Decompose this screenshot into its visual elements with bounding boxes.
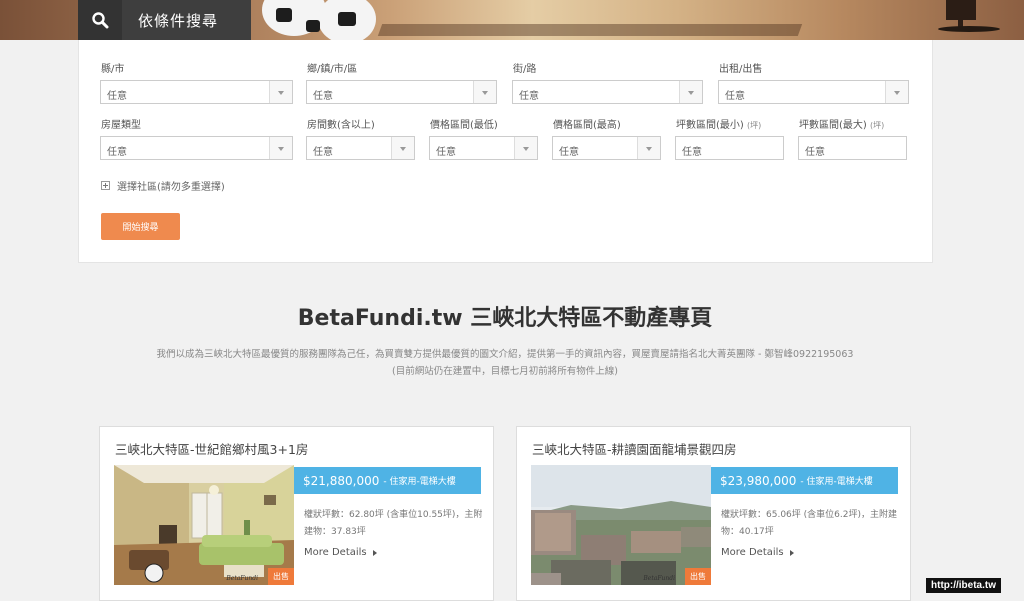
search-button[interactable]: 開始搜尋 [101, 213, 180, 240]
listing-price: $23,980,000 [720, 473, 797, 488]
county-select[interactable]: 任意 [100, 80, 293, 104]
page-heading: BetaFundi.tw 三峽北大特區不動產專頁 [297, 306, 713, 331]
listing-card[interactable]: 三峽北大特區-世紀館鄉村風3+1房 BetaFundi 出售 $21,880,0… [99, 426, 494, 601]
price-min-select[interactable]: 任意 [429, 136, 538, 160]
listing-price: $21,880,000 [303, 473, 380, 488]
chevron-down-icon [473, 81, 496, 103]
label-price-min: 價格區間(最低) [430, 120, 498, 131]
price-bar: $23,980,000 - 住家用-電梯大樓 [711, 467, 898, 494]
label-area-min: 坪數區間(最小) (坪) [676, 120, 762, 131]
label-house-type: 房屋類型 [101, 120, 141, 131]
listing-detail: 權狀坪數：65.06坪 (含車位6.2坪)，主附建物：40.17坪 [721, 510, 897, 537]
chevron-down-icon [269, 137, 292, 159]
chevron-down-icon [885, 81, 908, 103]
photo-watermark: BetaFundi [643, 575, 675, 582]
status-badge: 出售 [685, 568, 711, 585]
more-details-link[interactable]: More Details [304, 547, 377, 558]
listing-type: - 住家用-電梯大樓 [800, 477, 873, 487]
district-select[interactable]: 任意 [306, 80, 497, 104]
listing-title[interactable]: 三峽北大特區-耕讀園面龍埔景觀四房 [532, 439, 737, 458]
label-area-max: 坪數區間(最大) (坪) [799, 120, 885, 131]
listing-type: - 住家用-電梯大樓 [383, 477, 456, 487]
community-toggle[interactable]: 選擇社區(請勿多重選擇) [101, 178, 225, 193]
area-min-input[interactable]: 任意 [675, 136, 784, 160]
label-street: 街/路 [513, 64, 537, 75]
chevron-down-icon [637, 137, 660, 159]
community-label: 選擇社區(請勿多重選擇) [117, 182, 225, 193]
label-county: 縣/市 [101, 64, 125, 75]
area-max-input[interactable]: 任意 [798, 136, 907, 160]
intro-description: 我們以成為三峽北大特區最優質的服務團隊為己任，為買賣雙方提供最優質的圖文介紹，提… [156, 349, 854, 360]
listing-detail: 權狀坪數：62.80坪 (含車位10.55坪)，主附建物：37.83坪 [304, 510, 483, 537]
chevron-down-icon [269, 81, 292, 103]
search-icon [78, 0, 122, 40]
chevron-down-icon [679, 81, 702, 103]
status-badge: 出售 [268, 568, 294, 585]
filter-panel: 縣/市 鄉/鎮/市/區 街/路 出租/出售 任意 任意 任意 任意 房屋類型 房… [78, 40, 933, 263]
caret-right-icon [789, 549, 794, 556]
search-tab[interactable]: 依條件搜尋 [78, 0, 251, 40]
plus-icon [101, 181, 110, 190]
photo-watermark: BetaFundi [226, 575, 258, 582]
rent-sale-select[interactable]: 任意 [718, 80, 909, 104]
intro-note: (目前網站仍在建置中，目標七月初前將所有物件上線) [392, 366, 618, 377]
label-district: 鄉/鎮/市/區 [307, 64, 358, 75]
listing-photo[interactable]: BetaFundi 出售 [531, 465, 711, 585]
label-rent-sale: 出租/出售 [719, 64, 763, 75]
price-bar: $21,880,000 - 住家用-電梯大樓 [294, 467, 481, 494]
more-details-link[interactable]: More Details [721, 547, 794, 558]
listing-card[interactable]: 三峽北大特區-耕讀園面龍埔景觀四房 BetaFundi 出售 $23,980,0… [516, 426, 911, 601]
street-select[interactable]: 任意 [512, 80, 703, 104]
chevron-down-icon [391, 137, 414, 159]
caret-right-icon [372, 549, 377, 556]
label-price-max: 價格區間(最高) [553, 120, 621, 131]
listing-photo[interactable]: BetaFundi 出售 [114, 465, 294, 585]
price-max-select[interactable]: 任意 [552, 136, 661, 160]
listing-title[interactable]: 三峽北大特區-世紀館鄉村風3+1房 [115, 439, 308, 458]
house-type-select[interactable]: 任意 [100, 136, 293, 160]
label-rooms: 房間數(含以上) [307, 120, 375, 131]
site-url-watermark: http://ibeta.tw [926, 578, 1001, 593]
search-tab-title: 依條件搜尋 [138, 11, 219, 30]
rooms-select[interactable]: 任意 [306, 136, 415, 160]
chevron-down-icon [514, 137, 537, 159]
